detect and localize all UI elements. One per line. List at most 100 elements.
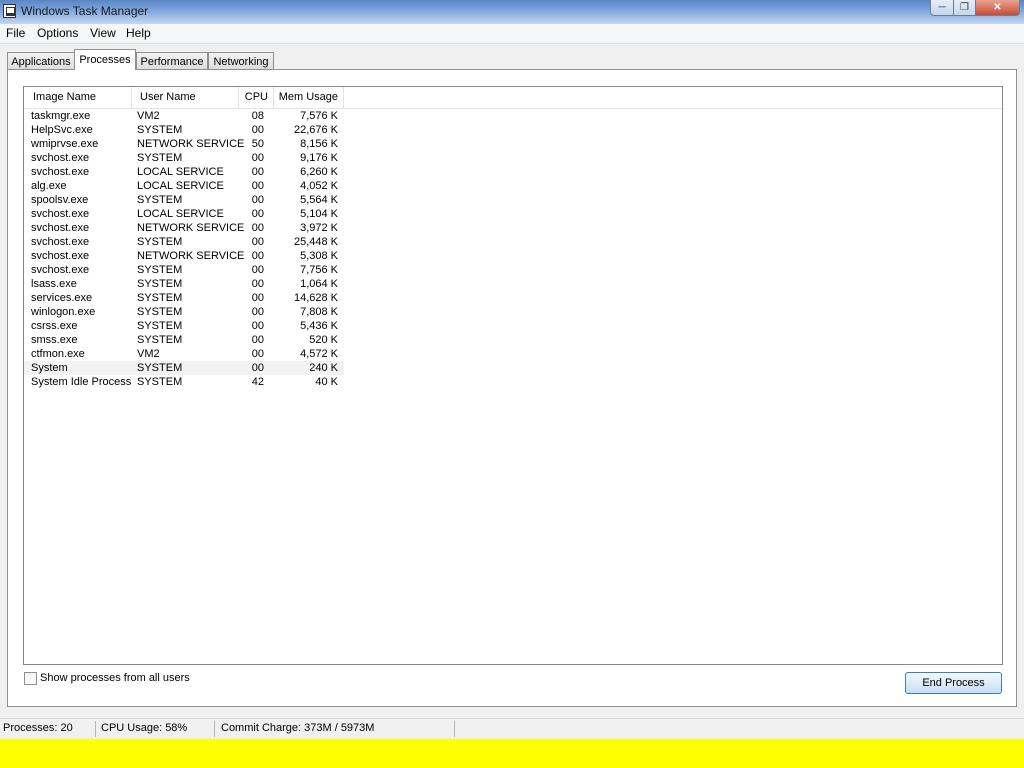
process-mem-usage: 7,756 K [300,264,338,276]
process-image-name: svchost.exe [31,166,90,178]
process-row[interactable]: System SYSTEM 00 240 K [24,361,344,375]
status-commit: Commit Charge: 373M / 5973M [221,722,375,734]
title-bar[interactable]: Windows Task Manager ─ ❐ ✕ [0,0,1024,24]
process-cpu: 00 [251,278,264,290]
process-cpu: 50 [251,138,264,150]
restore-button[interactable]: ❐ [954,0,976,16]
process-image-name: svchost.exe [31,208,90,220]
process-row[interactable]: HelpSvc.exe SYSTEM 00 22,676 K [24,123,344,137]
process-row[interactable]: winlogon.exe SYSTEM 00 7,808 K [24,305,344,319]
status-separator [454,721,455,737]
process-mem-usage: 8,156 K [300,138,338,150]
process-mem-usage: 5,564 K [300,194,338,206]
menu-file[interactable]: File [4,26,27,40]
process-cpu: 00 [251,124,264,136]
minimize-button[interactable]: ─ [930,0,954,16]
process-cpu: 00 [251,208,264,220]
tab-applications[interactable]: Applications [7,52,75,70]
desktop-background [0,739,1024,768]
process-user-name: SYSTEM [137,194,183,206]
process-row[interactable]: svchost.exe SYSTEM 00 9,176 K [24,151,344,165]
process-row[interactable]: csrss.exe SYSTEM 00 5,436 K [24,319,344,333]
tab-processes[interactable]: Processes [74,49,136,70]
process-row[interactable]: ctfmon.exe VM2 00 4,572 K [24,347,344,361]
process-user-name: NETWORK SERVICE [137,250,245,262]
process-user-name: SYSTEM [137,320,183,332]
process-row[interactable]: svchost.exe LOCAL SERVICE 00 5,104 K [24,207,344,221]
process-row[interactable]: svchost.exe LOCAL SERVICE 00 6,260 K [24,165,344,179]
process-user-name: SYSTEM [137,264,183,276]
status-separator [95,721,96,737]
process-row[interactable]: System Idle Process SYSTEM 42 40 K [24,375,344,389]
process-row[interactable]: taskmgr.exe VM2 08 7,576 K [24,109,344,123]
column-image-name[interactable]: Image Name [24,87,132,108]
process-row[interactable]: smss.exe SYSTEM 00 520 K [24,333,344,347]
tab-performance[interactable]: Performance [136,52,208,70]
process-user-name: SYSTEM [137,292,183,304]
column-user-name[interactable]: User Name [132,87,239,108]
status-processes: Processes: 20 [3,722,73,734]
task-manager-icon [3,4,16,18]
column-mem-usage[interactable]: Mem Usage [274,87,344,108]
process-user-name: SYSTEM [137,334,183,346]
process-cpu: 00 [251,334,264,346]
process-mem-usage: 40 K [315,376,338,388]
process-mem-usage: 25,448 K [293,236,338,248]
status-separator [214,721,215,737]
process-image-name: csrss.exe [31,320,78,332]
show-all-users-label[interactable]: Show processes from all users [40,672,190,684]
menu-view[interactable]: View [88,26,118,40]
process-image-name: lsass.exe [31,278,77,290]
process-user-name: SYSTEM [137,236,183,248]
caption-buttons: ─ ❐ ✕ [930,0,1020,17]
process-user-name: VM2 [137,348,160,360]
process-mem-usage: 240 K [309,362,338,374]
process-image-name: taskmgr.exe [31,110,91,122]
process-image-name: ctfmon.exe [31,348,85,360]
process-row[interactable]: lsass.exe SYSTEM 00 1,064 K [24,277,344,291]
process-row[interactable]: services.exe SYSTEM 00 14,628 K [24,291,344,305]
process-list[interactable]: Image Name User Name CPU Mem Usage taskm… [23,86,1003,665]
process-mem-usage: 520 K [309,334,338,346]
process-row[interactable]: spoolsv.exe SYSTEM 00 5,564 K [24,193,344,207]
close-button[interactable]: ✕ [976,0,1020,16]
process-mem-usage: 7,576 K [300,110,338,122]
process-user-name: SYSTEM [137,376,183,388]
process-user-name: LOCAL SERVICE [137,166,224,178]
process-image-name: alg.exe [31,180,67,192]
process-row[interactable]: svchost.exe SYSTEM 00 7,756 K [24,263,344,277]
process-mem-usage: 5,436 K [300,320,338,332]
process-mem-usage: 22,676 K [293,124,338,136]
process-row[interactable]: wmiprvse.exe NETWORK SERVICE 50 8,156 K [24,137,344,151]
process-user-name: VM2 [137,110,160,122]
end-process-button[interactable]: End Process [905,672,1002,694]
process-row[interactable]: svchost.exe SYSTEM 00 25,448 K [24,235,344,249]
process-row[interactable]: svchost.exe NETWORK SERVICE 00 3,972 K [24,221,344,235]
restore-icon: ❐ [960,2,969,13]
process-image-name: services.exe [31,292,93,304]
window-title: Windows Task Manager [21,4,149,18]
menu-options[interactable]: Options [35,26,80,40]
process-image-name: smss.exe [31,334,78,346]
process-cpu: 42 [251,376,264,388]
process-mem-usage: 5,308 K [300,250,338,262]
tab-networking[interactable]: Networking [208,52,274,70]
process-image-name: System [31,362,68,374]
process-mem-usage: 4,052 K [300,180,338,192]
process-cpu: 00 [251,222,264,234]
process-image-name: svchost.exe [31,236,90,248]
process-row[interactable]: svchost.exe NETWORK SERVICE 00 5,308 K [24,249,344,263]
minimize-icon: ─ [938,2,946,13]
column-cpu[interactable]: CPU [239,87,274,108]
process-cpu: 00 [251,292,264,304]
process-row[interactable]: alg.exe LOCAL SERVICE 00 4,052 K [24,179,344,193]
process-mem-usage: 9,176 K [300,152,338,164]
process-image-name: HelpSvc.exe [31,124,93,136]
process-image-name: svchost.exe [31,250,90,262]
process-cpu: 00 [251,362,264,374]
status-cpu: CPU Usage: 58% [101,722,188,734]
task-manager-window: Windows Task Manager ─ ❐ ✕ File Options … [0,0,1024,740]
menu-help[interactable]: Help [124,26,153,40]
process-cpu: 00 [251,152,264,164]
show-all-users-checkbox[interactable] [24,672,37,685]
